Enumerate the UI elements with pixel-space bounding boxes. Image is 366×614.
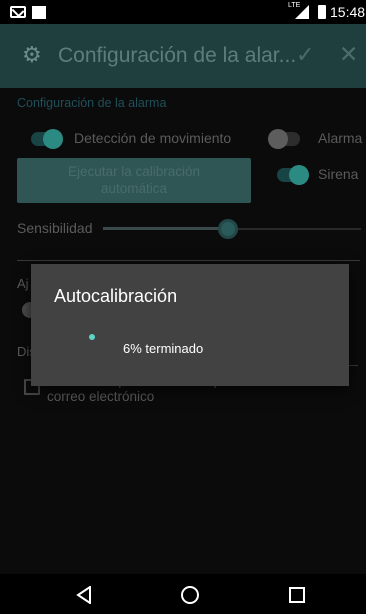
app-bar: ⚙ Configuración de la alar... ✓ ✕: [0, 24, 366, 88]
section-title: Configuración de la alarma: [17, 96, 167, 110]
navigation-bar: [0, 574, 366, 614]
dialog-title: Autocalibración: [54, 286, 178, 306]
status-clock: 15:48: [330, 4, 366, 20]
screen: ⚙ Configuración de la alar... ✓ ✕ Config…: [0, 24, 366, 614]
recent-apps-icon[interactable]: [288, 586, 306, 604]
sensitivity-slider-fill: [103, 227, 228, 230]
alarm-toggle[interactable]: [268, 129, 300, 149]
divider: [17, 260, 360, 261]
check-icon[interactable]: ✓: [296, 42, 314, 68]
adjustment-label: Aj: [17, 276, 29, 291]
mail-notification-icon: [10, 6, 26, 18]
calibrate-button-line1: Ejecutar la calibración: [67, 164, 201, 179]
alarm-label: Alarma: [318, 130, 363, 146]
calibrate-button[interactable]: Ejecutar la calibración automática: [17, 158, 251, 203]
close-icon[interactable]: ✕: [339, 41, 358, 68]
autocalibration-dialog: Autocalibración 6% terminado: [31, 264, 349, 386]
toggle-thumb: [43, 129, 63, 149]
calibrate-button-line2: automática: [100, 181, 168, 196]
status-bar: LTE 15:48: [0, 0, 366, 24]
toggle-thumb: [268, 129, 288, 149]
motion-detection-toggle[interactable]: [31, 129, 63, 149]
page-title: Configuración de la alar...: [58, 44, 297, 67]
toggle-thumb: [289, 165, 309, 185]
signal-icon: [295, 5, 309, 19]
battery-icon: [318, 5, 326, 19]
notification-icon: [32, 6, 46, 19]
siren-label: Sirena: [318, 166, 359, 182]
progress-spinner-icon: [89, 334, 95, 340]
sensitivity-slider-thumb[interactable]: [218, 219, 238, 239]
dialog-message: 6% terminado: [123, 341, 204, 356]
home-icon[interactable]: [180, 585, 200, 605]
sensitivity-label: Sensibilidad: [17, 220, 93, 236]
siren-toggle[interactable]: [277, 165, 309, 185]
gear-icon: ⚙: [22, 42, 42, 67]
motion-detection-label: Detección de movimiento: [74, 130, 232, 146]
